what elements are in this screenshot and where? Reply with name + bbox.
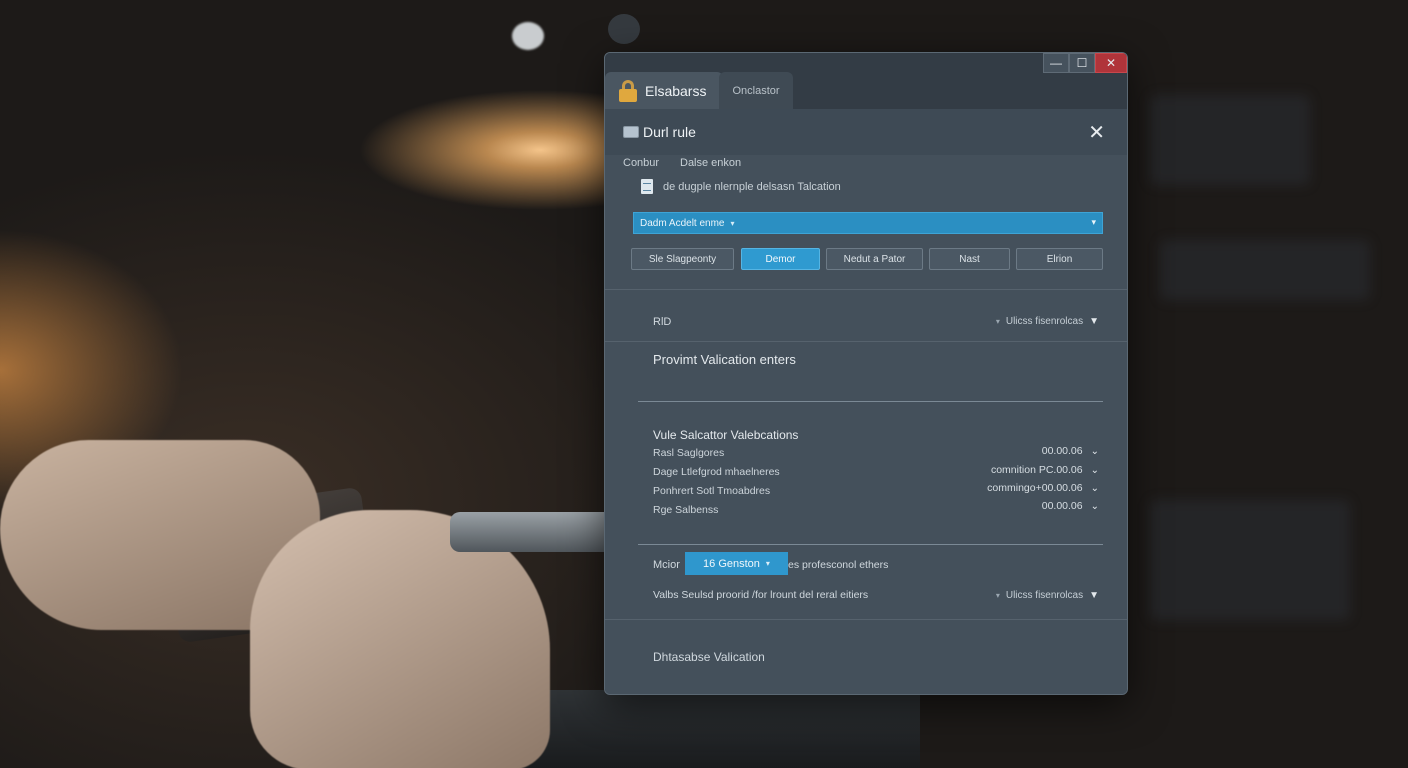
validation-value[interactable]: 00.00.06 ⌄: [1042, 445, 1099, 457]
validation-value-text: 00.00.06: [1041, 445, 1083, 457]
chevron-down-icon: ⌄: [1090, 482, 1099, 494]
chevron-down-icon: ▾: [1091, 217, 1096, 227]
maximize-button[interactable]: ☐: [1069, 53, 1095, 73]
tab-onclastor[interactable]: Onclastor: [719, 72, 793, 109]
info-text: de dugple nlernple delsasn Talcation: [663, 180, 841, 193]
rid-dropdown-label: Ulicss fisenrolcas: [1005, 316, 1084, 327]
lock-icon: [619, 79, 637, 102]
dialog-panel: Durl rule ✕ Conbur Dalse enkon de dugple…: [605, 109, 1127, 694]
validation-value[interactable]: 00.00.06 ⌄: [1042, 500, 1099, 512]
caret-icon: ▾: [995, 317, 1000, 326]
divider: [605, 619, 1127, 620]
monitor-icon: [623, 126, 639, 138]
divider: [605, 289, 1127, 290]
chevron-down-icon: ⌄: [1090, 464, 1099, 476]
validation-label: Ponhrert Sotl Tmoabdres: [653, 485, 771, 497]
dialog-header: Durl rule ✕: [605, 109, 1127, 155]
validation-value-text: comnition PC.00.06: [990, 464, 1083, 476]
validation-label: Dage Ltlefgrod mhaelneres: [653, 466, 780, 478]
background-screen: [1150, 95, 1310, 185]
chevron-down-icon: ▼: [1089, 316, 1099, 327]
validations-title: Vule Salcattor Valebcations: [653, 428, 799, 442]
nedut-a-pator-button[interactable]: Nedut a Pator: [826, 248, 923, 270]
dialog-title: Durl rule: [643, 124, 696, 140]
validation-label: Rge Salbenss: [653, 504, 719, 516]
app-window: — ☐ ✕ Elsabarss Onclastor Durl rule ✕ Co…: [604, 52, 1128, 695]
divider: [605, 341, 1127, 342]
background-bokeh: [608, 14, 640, 44]
chevron-down-icon: ⌄: [1090, 445, 1099, 457]
values-dropdown-label: Ulicss fisenrolcas: [1005, 590, 1084, 601]
info-row: de dugple nlernple delsasn Talcation: [641, 179, 841, 194]
rule-select-value: Dadm Acdelt enme: [640, 217, 725, 229]
mode-suffix: es profesconol ethers: [788, 559, 889, 571]
phone-second: [450, 512, 620, 552]
demor-button[interactable]: Demor: [741, 248, 820, 270]
mode-select[interactable]: 16 Genston ▾: [685, 552, 788, 575]
title-bar: — ☐ ✕ Elsabarss Onclastor: [605, 53, 1127, 109]
background-screen: [1160, 240, 1370, 300]
tab-elsabarss[interactable]: Elsabarss: [605, 72, 723, 109]
database-validation-label: Dhtasabse Valication: [653, 650, 765, 664]
caret-icon: ▾: [730, 218, 735, 228]
close-window-button[interactable]: ✕: [1095, 53, 1127, 73]
validation-value[interactable]: commingo+00.00.06 ⌄: [987, 482, 1099, 494]
subnav-conbur[interactable]: Conbur: [623, 157, 659, 169]
validation-label: Rasl Saglgores: [653, 447, 725, 459]
validation-value-text: 00.00.06: [1041, 500, 1083, 512]
provimt-title: Provimt Valication enters: [653, 352, 796, 367]
chevron-down-icon: ⌄: [1090, 500, 1099, 512]
background-screen: [1150, 500, 1350, 620]
divider: [638, 544, 1103, 545]
validation-value[interactable]: comnition PC.00.06 ⌄: [991, 464, 1099, 476]
nast-button[interactable]: Nast: [929, 248, 1010, 270]
background-bokeh: [512, 22, 544, 50]
chevron-down-icon: ▼: [1089, 590, 1099, 601]
sle-slagpeonty-button[interactable]: Sle Slagpeonty: [631, 248, 734, 270]
values-dropdown[interactable]: ▾ Ulicss fisenrolcas ▼: [996, 590, 1099, 601]
rid-dropdown[interactable]: ▾ Ulicss fisenrolcas ▼: [996, 316, 1099, 327]
validation-value-text: commingo+00.00.06: [987, 482, 1083, 494]
minimize-button[interactable]: —: [1043, 53, 1069, 73]
divider: [638, 401, 1103, 402]
mode-select-value: 16 Genston: [703, 557, 760, 570]
mode-prefix: Mcior: [653, 559, 680, 571]
subnav-dalse-enkon[interactable]: Dalse enkon: [680, 157, 741, 169]
values-label: Valbs Seulsd proorid /for lrount del rer…: [653, 589, 869, 601]
caret-icon: ▾: [765, 559, 770, 568]
rid-label: RlD: [653, 316, 672, 328]
caret-icon: ▾: [995, 591, 1000, 600]
document-icon: [641, 179, 653, 194]
elrion-button[interactable]: Elrion: [1016, 248, 1103, 270]
close-icon[interactable]: ✕: [1088, 120, 1105, 145]
rule-select[interactable]: Dadm Acdelt enme ▾ ▾: [633, 212, 1103, 234]
tab-label: Elsabarss: [645, 82, 707, 99]
